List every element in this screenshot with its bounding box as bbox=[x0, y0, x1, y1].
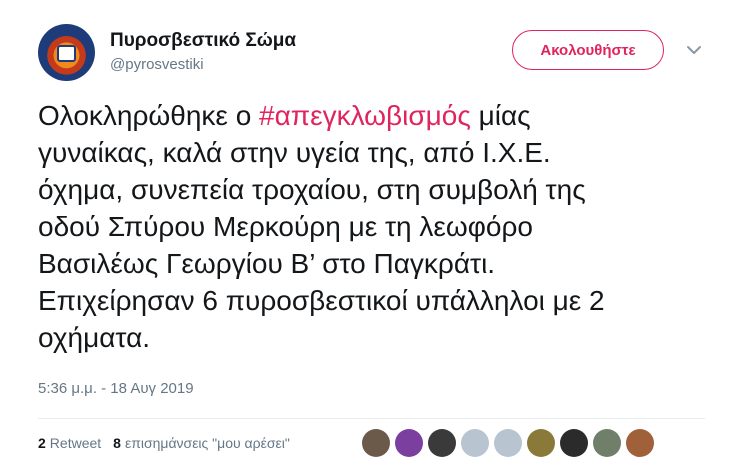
likes-label: επισημάνσεις "μου αρέσει" bbox=[124, 435, 290, 451]
author-name[interactable]: Πυροσβεστικό Σώμα bbox=[110, 30, 296, 52]
liker-avatar[interactable] bbox=[626, 429, 654, 457]
retweet-count: 2 bbox=[38, 435, 46, 451]
tweet-line: Ολοκληρώθηκε ο #απεγκλωβισμός μίας bbox=[38, 97, 728, 134]
tweet-text-segment: μίας bbox=[470, 100, 531, 131]
likes-stat[interactable]: 8 επισημάνσεις "μου αρέσει" bbox=[113, 435, 290, 451]
divider bbox=[38, 418, 705, 419]
likers-facepile bbox=[362, 429, 654, 457]
tweet-line: όχημα, συνεπεία τροχαίου, στη συμβολή τη… bbox=[38, 174, 586, 205]
tweet-line: Βασιλέως Γεωργίου Β’ στο Παγκράτι. bbox=[38, 248, 496, 279]
tweet-text: Ολοκληρώθηκε ο #απεγκλωβισμός μίας γυναί… bbox=[38, 97, 728, 356]
likes-count: 8 bbox=[113, 435, 121, 451]
tweet-line: Επιχείρησαν 6 πυροσβεστικοί υπάλληλοι με… bbox=[38, 285, 605, 316]
tweet-stats: 2 Retweet 8 επισημάνσεις "μου αρέσει" bbox=[38, 435, 290, 451]
liker-avatar[interactable] bbox=[428, 429, 456, 457]
liker-avatar[interactable] bbox=[560, 429, 588, 457]
tweet-timestamp[interactable]: 5:36 μ.μ. - 18 Αυγ 2019 bbox=[38, 380, 194, 397]
liker-avatar[interactable] bbox=[527, 429, 555, 457]
follow-button[interactable]: Ακολουθήστε bbox=[512, 30, 664, 70]
hashtag-link[interactable]: #απεγκλωβισμός bbox=[259, 100, 471, 131]
retweet-label: Retweet bbox=[49, 435, 102, 451]
avatar[interactable] bbox=[38, 24, 95, 81]
tweet-text-segment: Ολοκληρώθηκε ο bbox=[38, 100, 260, 131]
chevron-down-icon[interactable] bbox=[684, 40, 704, 60]
tweet-line: οδού Σπύρου Μερκούρη με τη λεωφόρο bbox=[38, 211, 533, 242]
liker-avatar[interactable] bbox=[362, 429, 390, 457]
retweet-stat[interactable]: 2 Retweet bbox=[38, 435, 101, 451]
fire-service-emblem-icon bbox=[57, 45, 76, 62]
author-handle[interactable]: @pyrosvestiki bbox=[110, 56, 204, 73]
tweet-line: γυναίκας, καλά στην υγεία της, από Ι.Χ.Ε… bbox=[38, 137, 551, 168]
liker-avatar[interactable] bbox=[593, 429, 621, 457]
liker-avatar[interactable] bbox=[461, 429, 489, 457]
tweet-line: οχήματα. bbox=[38, 322, 151, 353]
liker-avatar[interactable] bbox=[395, 429, 423, 457]
liker-avatar[interactable] bbox=[494, 429, 522, 457]
